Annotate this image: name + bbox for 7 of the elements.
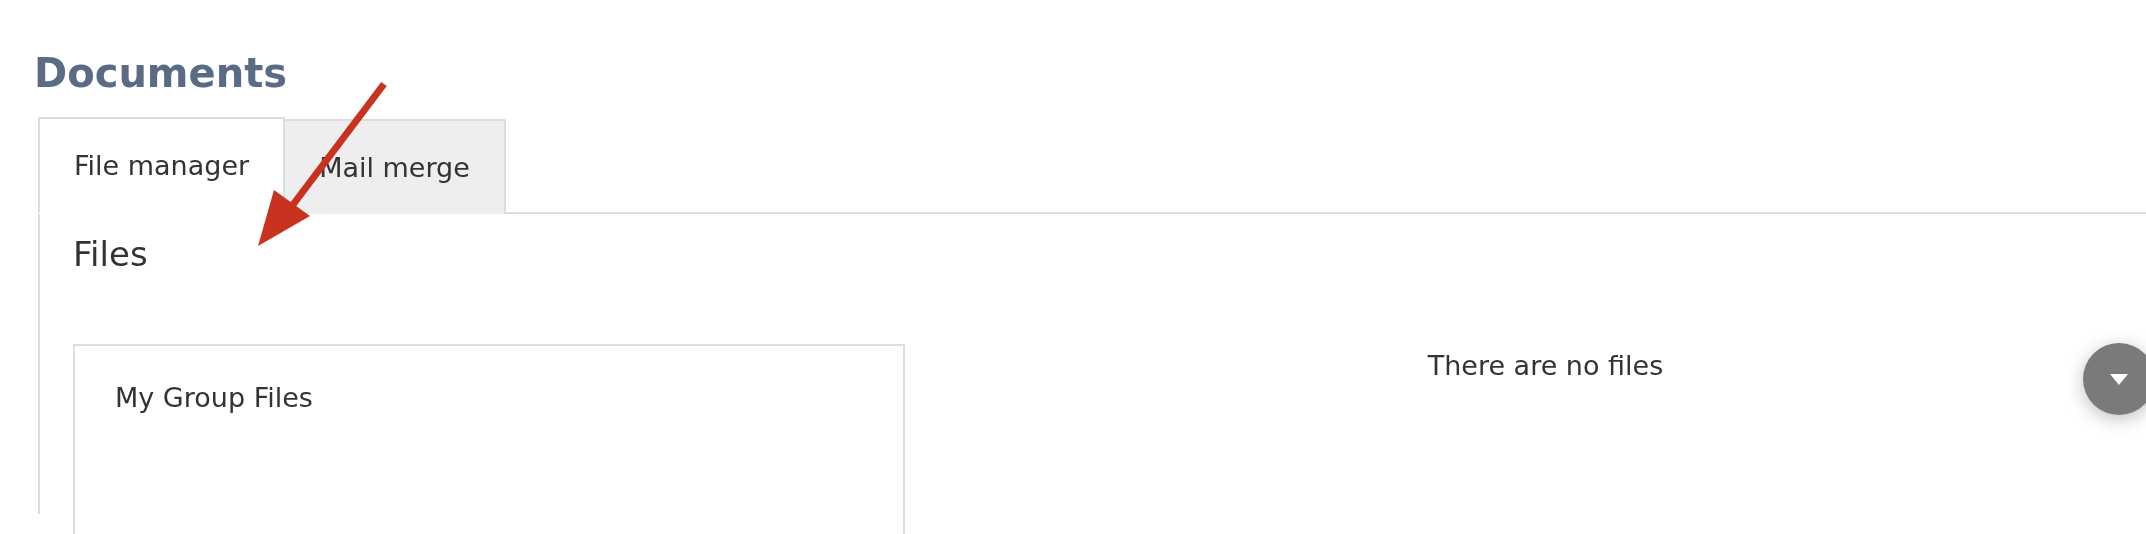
caret-down-icon — [2110, 373, 2128, 385]
tab[interactable]: File manager — [38, 117, 286, 214]
section-title: Files — [73, 234, 148, 274]
dropdown-button[interactable] — [2083, 343, 2146, 415]
page-title: Documents — [34, 50, 288, 96]
folder-title: My Group Files — [115, 382, 313, 413]
empty-message: There are no files — [1427, 350, 1664, 381]
